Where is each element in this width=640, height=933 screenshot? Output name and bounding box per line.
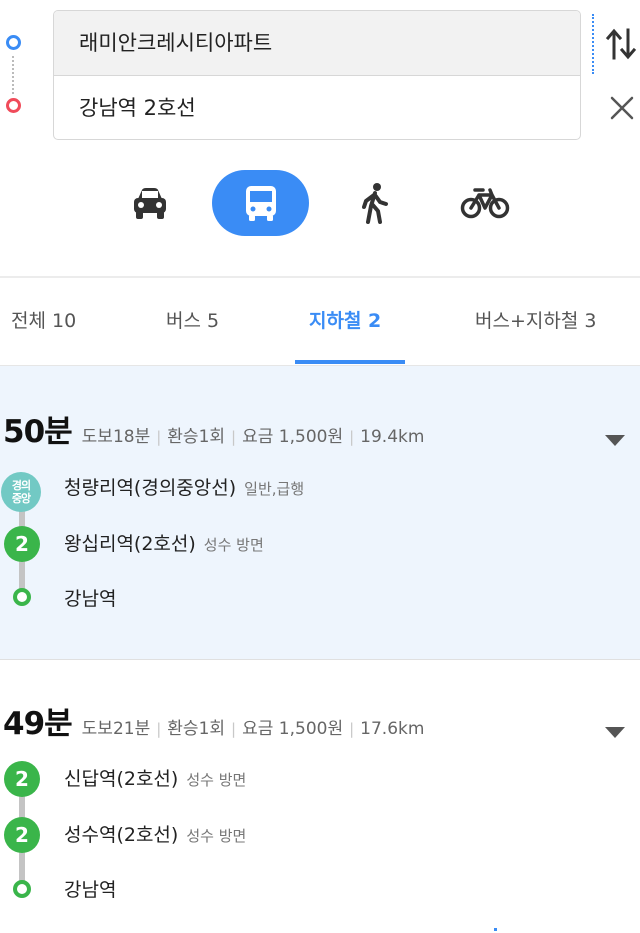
transfer-count: 환승1회 (167, 427, 226, 447)
stop-direction: 일반,급행 (244, 480, 305, 498)
expand-route-icon[interactable] (603, 432, 627, 448)
mode-walk-button[interactable] (340, 170, 410, 236)
fare: 요금 1,500원 (242, 719, 344, 739)
bus-icon (245, 186, 276, 221)
expand-route-icon[interactable] (603, 724, 627, 740)
route-details: 도보18분 | 환승1회 | 요금 1,500원 | 19.4km (81, 427, 425, 447)
end-point-icon (6, 98, 21, 113)
result-type-tabs: 전체 10 버스 5 지하철 2 버스+지하철 3 (0, 278, 640, 366)
stop-direction: 성수 방면 (203, 536, 264, 554)
tab-bus[interactable]: 버스 5 (166, 278, 219, 366)
route-card[interactable]: 49분 도보21분 | 환승1회 | 요금 1,500원 | 17.6km 2 신답역(2호… (0, 660, 640, 933)
route-connector (12, 56, 14, 94)
drag-handle[interactable] (592, 14, 594, 74)
active-tab-indicator (295, 360, 405, 364)
tab-all[interactable]: 전체 10 (11, 278, 76, 366)
route-stop: 왕십리역(2호선) 성수 방면 (64, 529, 264, 556)
start-input[interactable]: 래미안크레시티아파트 (54, 11, 580, 76)
route-summary: 49분 도보21분 | 환승1회 | 요금 1,500원 | 17.6km (0, 698, 424, 748)
stop-name: 청량리역(경의중앙선) (64, 477, 237, 499)
route-summary: 50분 도보18분 | 환승1회 | 요금 1,500원 | 19.4km (0, 406, 424, 456)
mode-bus-button[interactable] (212, 170, 309, 236)
route-search-panel: 래미안크레시티아파트 강남역 2호선 (0, 0, 640, 150)
mode-car-button[interactable] (115, 170, 185, 236)
stop-name: 신답역(2호선) (64, 768, 179, 790)
line-2-icon: 2 (4, 526, 40, 562)
distance: 17.6km (360, 719, 425, 739)
route-card[interactable]: 50분 도보18분 | 환승1회 | 요금 1,500원 | 19.4km 경의 중앙 청량리… (0, 366, 640, 660)
route-details: 도보21분 | 환승1회 | 요금 1,500원 | 17.6km (81, 719, 425, 739)
route-duration: 50분 (3, 414, 73, 450)
stop-direction: 성수 방면 (186, 827, 247, 845)
distance: 19.4km (360, 427, 425, 447)
tab-subway[interactable]: 지하철 2 (309, 278, 381, 366)
fare: 요금 1,500원 (242, 427, 344, 447)
route-stop: 청량리역(경의중앙선) 일반,급행 (64, 473, 304, 500)
mode-bike-button[interactable] (450, 170, 520, 236)
stop-name: 강남역 (64, 588, 117, 610)
close-icon (610, 96, 634, 120)
stop-name: 강남역 (64, 879, 117, 901)
scroll-indicator (494, 928, 497, 931)
walk-time: 도보21분 (81, 719, 151, 739)
route-stop: 신답역(2호선) 성수 방면 (64, 764, 246, 791)
route-inputs: 래미안크레시티아파트 강남역 2호선 (53, 10, 581, 140)
line-2-icon: 2 (4, 817, 40, 853)
walk-time: 도보18분 (81, 427, 151, 447)
end-input[interactable]: 강남역 2호선 (54, 76, 580, 139)
line-2-icon: 2 (4, 761, 40, 797)
route-stop: 성수역(2호선) 성수 방면 (64, 820, 246, 847)
destination-icon (13, 588, 31, 606)
bike-icon (460, 188, 510, 219)
clear-button[interactable] (604, 88, 640, 128)
swap-icon (605, 28, 637, 60)
transfer-count: 환승1회 (167, 719, 226, 739)
route-duration: 49분 (3, 706, 73, 742)
destination-icon (13, 880, 31, 898)
tab-bus-subway[interactable]: 버스+지하철 3 (475, 278, 596, 366)
stop-direction: 성수 방면 (186, 771, 247, 789)
start-point-icon (6, 35, 21, 50)
swap-button[interactable] (604, 22, 640, 66)
walk-icon (362, 183, 388, 224)
line-gyeongui-jungang-icon: 경의 중앙 (1, 472, 41, 512)
route-stop: 강남역 (64, 875, 116, 902)
stop-name: 성수역(2호선) (64, 824, 179, 846)
car-icon (134, 188, 166, 219)
route-stop: 강남역 (64, 584, 116, 611)
stop-name: 왕십리역(2호선) (64, 533, 196, 555)
transport-mode-tabs (0, 165, 640, 245)
